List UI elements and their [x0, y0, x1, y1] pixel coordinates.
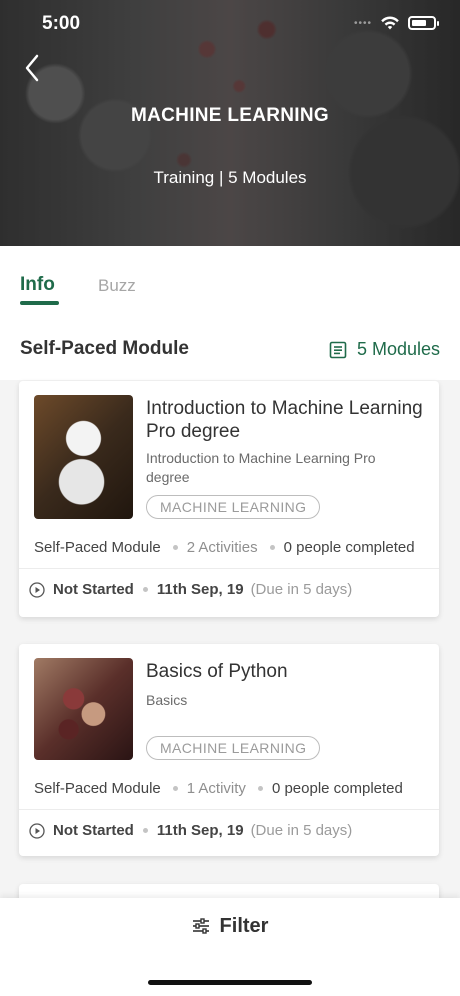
hero-banner: 5:00 •••• MACHINE LEARNING Training | 5 …: [0, 0, 460, 246]
separator-dot: [172, 786, 178, 791]
section-title: Self-Paced Module: [20, 338, 189, 359]
module-description: Introduction to Machine Learning Pro deg…: [146, 450, 376, 485]
status-bar: 5:00 ••••: [0, 0, 460, 48]
status-icons: ••••: [353, 15, 439, 31]
tab-bar: Info Buzz: [0, 246, 460, 316]
sliders-icon: [192, 918, 209, 934]
module-tag: MACHINE LEARNING: [146, 495, 321, 519]
tab-info[interactable]: Info: [20, 274, 55, 296]
module-meta: Self-Paced Module 2 Activities 0 people …: [34, 539, 415, 556]
card-divider: [19, 809, 439, 810]
tab-buzz[interactable]: Buzz: [98, 276, 136, 296]
filter-label: Filter: [219, 914, 269, 937]
module-thumbnail: [34, 658, 133, 760]
home-indicator[interactable]: [148, 980, 312, 985]
modules-count-link[interactable]: 5 Modules: [329, 339, 440, 360]
module-status: Not Started: [53, 581, 134, 598]
module-completed: 0 people completed: [271, 780, 403, 797]
module-status-row: Not Started 11th Sep, 19 (Due in 5 days): [29, 822, 352, 839]
screen: 5:00 •••• MACHINE LEARNING Training | 5 …: [0, 0, 460, 996]
wifi-icon: [381, 16, 399, 30]
separator-dot: [172, 545, 178, 550]
module-card[interactable]: Basics of Python Basics MACHINE LEARNING…: [19, 644, 439, 856]
back-button[interactable]: [14, 50, 50, 86]
separator-dot: [142, 828, 148, 833]
filter-button[interactable]: Filter: [0, 898, 460, 954]
page-subtitle: Training | 5 Modules: [153, 168, 307, 187]
module-description: Basics: [146, 692, 188, 708]
battery-icon: [408, 16, 439, 30]
signal-dots: ••••: [353, 17, 372, 29]
module-tag: MACHINE LEARNING: [146, 736, 321, 760]
module-meta: Self-Paced Module 1 Activity 0 people co…: [34, 780, 403, 797]
module-date: 11th Sep, 19: [156, 581, 244, 598]
module-card[interactable]: Introduction to Machine Learning Pro deg…: [19, 381, 439, 617]
play-circle-icon: [29, 822, 45, 839]
list-icon: [329, 341, 347, 358]
modules-count-label: 5 Modules: [356, 339, 440, 359]
module-type: Self-Paced Module: [34, 539, 161, 556]
status-time: 5:00: [42, 13, 81, 34]
module-date: 11th Sep, 19: [156, 822, 244, 839]
chevron-left-icon: [25, 54, 39, 82]
separator-dot: [269, 545, 275, 550]
module-due: (Due in 5 days): [250, 822, 353, 839]
section-header: Self-Paced Module 5 Modules: [0, 316, 460, 380]
module-due: (Due in 5 days): [250, 581, 353, 598]
tab-active-indicator: [20, 301, 59, 305]
module-thumbnail: [34, 395, 133, 519]
module-title: Basics of Python: [146, 661, 288, 682]
separator-dot: [257, 786, 263, 791]
module-activities: 1 Activity: [186, 780, 246, 797]
play-circle-icon: [29, 581, 45, 598]
module-title: Introduction to Machine Learning Pro deg…: [146, 398, 423, 442]
separator-dot: [142, 587, 148, 592]
card-divider: [19, 568, 439, 569]
bottom-safe-area: [0, 954, 460, 996]
module-status: Not Started: [53, 822, 134, 839]
module-activities: 2 Activities: [186, 539, 258, 556]
module-completed: 0 people completed: [283, 539, 415, 556]
page-title: MACHINE LEARNING: [131, 105, 329, 126]
module-status-row: Not Started 11th Sep, 19 (Due in 5 days): [29, 581, 352, 598]
module-type: Self-Paced Module: [34, 780, 161, 797]
